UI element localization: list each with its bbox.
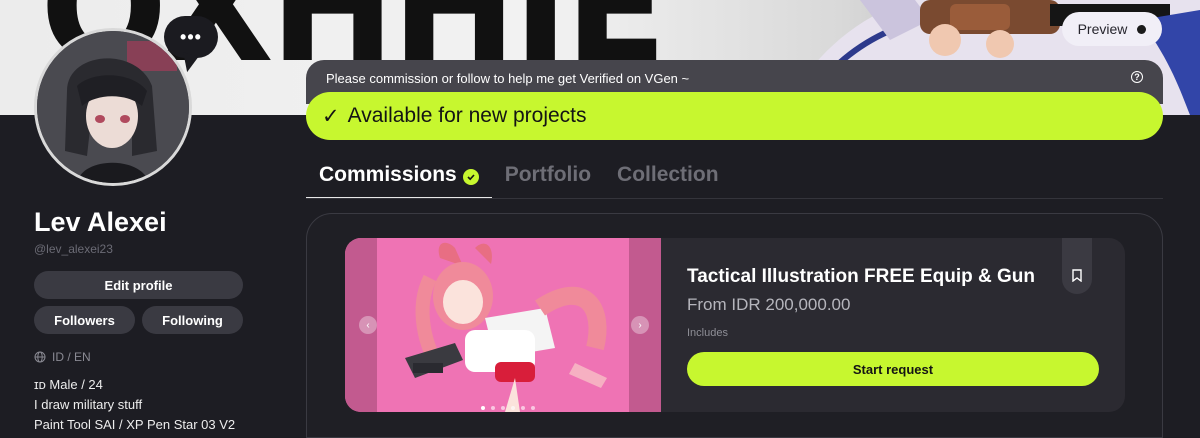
commission-image[interactable]: ‹ › xyxy=(345,238,661,412)
bookmark-icon xyxy=(1072,269,1082,282)
bio-line: ɪᴅ Male / 24 xyxy=(34,377,103,392)
chevron-right-icon: › xyxy=(638,319,642,331)
edit-profile-label: Edit profile xyxy=(104,277,173,293)
globe-icon xyxy=(34,351,46,363)
followers-label: Followers xyxy=(54,312,115,328)
language-row: ID / EN xyxy=(34,350,91,364)
followers-button[interactable]: Followers xyxy=(34,306,135,334)
start-request-button[interactable]: Start request xyxy=(687,352,1099,386)
carousel-dot[interactable] xyxy=(491,406,495,410)
tab-label: Collection xyxy=(617,163,719,186)
carousel-dot[interactable] xyxy=(501,406,505,410)
availability-text: Available for new projects xyxy=(347,104,587,127)
languages-text: ID / EN xyxy=(52,350,91,364)
following-label: Following xyxy=(162,312,223,328)
bio-line: I draw military stuff xyxy=(34,397,143,412)
availability-banner: ✓ Available for new projects xyxy=(306,92,1163,140)
more-options-button[interactable]: ••• xyxy=(164,16,218,58)
preview-dot-icon xyxy=(1137,24,1147,34)
commission-card[interactable]: ‹ › Tactical Illustration FREE Equip & G… xyxy=(345,238,1125,412)
includes-label: Includes xyxy=(687,327,728,339)
bookmark-button[interactable] xyxy=(1062,238,1092,294)
preview-button[interactable]: Preview xyxy=(1062,12,1162,46)
tab-collection[interactable]: Collection xyxy=(604,163,732,199)
prev-image-button[interactable]: ‹ xyxy=(359,316,377,334)
commission-price: From IDR 200,000.00 xyxy=(687,295,851,314)
following-button[interactable]: Following xyxy=(142,306,243,334)
carousel-dots xyxy=(481,406,535,410)
chevron-left-icon: ‹ xyxy=(366,319,370,331)
carousel-dot[interactable] xyxy=(521,406,525,410)
commission-artwork xyxy=(405,242,607,412)
tabs-divider xyxy=(306,198,1163,199)
carousel-dot[interactable] xyxy=(481,406,485,410)
avatar-illustration xyxy=(37,31,189,183)
tab-commissions[interactable]: Commissions xyxy=(306,163,492,199)
verified-check-icon xyxy=(462,169,479,185)
check-icon: ✓ xyxy=(322,104,340,128)
avatar[interactable] xyxy=(34,28,192,186)
tab-label: Commissions xyxy=(319,163,457,186)
more-icon: ••• xyxy=(180,26,202,47)
next-image-button[interactable]: › xyxy=(631,316,649,334)
tab-label: Portfolio xyxy=(504,163,592,186)
profile-tabs: Commissions Portfolio Collection xyxy=(306,163,732,199)
bio-line: Paint Tool SAI / XP Pen Star 03 V2 xyxy=(34,417,236,432)
carousel-dot[interactable] xyxy=(531,406,535,410)
profile-handle: @lev_alexei23 xyxy=(34,242,113,256)
profile-name: Lev Alexei xyxy=(34,207,167,237)
carousel-dot[interactable] xyxy=(511,406,515,410)
edit-profile-button[interactable]: Edit profile xyxy=(34,271,243,299)
commission-title[interactable]: Tactical Illustration FREE Equip & Gun xyxy=(687,266,1035,288)
help-icon[interactable]: ? xyxy=(1131,71,1143,83)
start-request-label: Start request xyxy=(852,361,934,377)
tab-portfolio[interactable]: Portfolio xyxy=(492,163,604,199)
notice-text: Please commission or follow to help me g… xyxy=(326,71,690,86)
preview-label: Preview xyxy=(1077,21,1128,37)
